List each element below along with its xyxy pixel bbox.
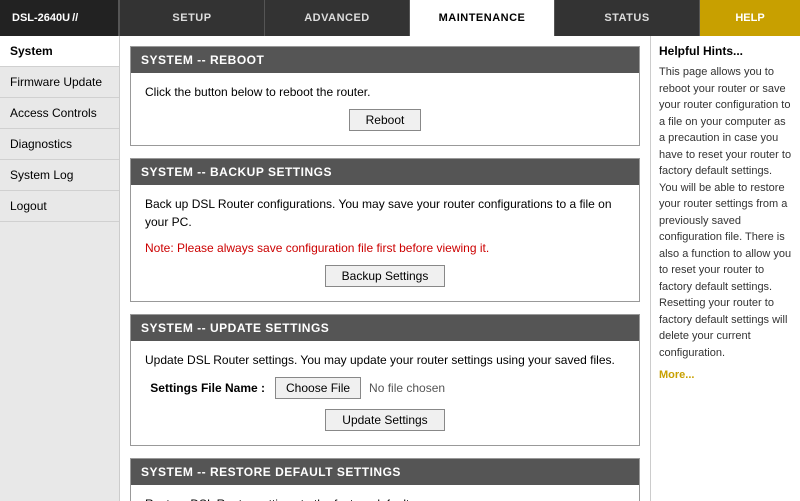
logo-slash: // [72,12,78,24]
file-label: Settings File Name : [145,381,265,395]
file-row: Settings File Name : Choose File No file… [145,377,625,399]
section-reboot: SYSTEM -- REBOOT Click the button below … [130,46,640,146]
section-update-header: SYSTEM -- UPDATE SETTINGS [131,315,639,341]
sidebar-item-logout[interactable]: Logout [0,191,119,222]
section-backup-body: Back up DSL Router configurations. You m… [131,185,639,301]
section-update-body: Update DSL Router settings. You may upda… [131,341,639,445]
section-reboot-body: Click the button below to reboot the rou… [131,73,639,145]
top-navigation-bar: DSL-2640U// SETUP ADVANCED MAINTENANCE S… [0,0,800,36]
tab-advanced[interactable]: ADVANCED [265,0,410,36]
backup-description: Back up DSL Router configurations. You m… [145,195,625,231]
section-restore-body: Restore DSL Router settings to the facto… [131,485,639,501]
no-file-chosen-label: No file chosen [369,381,445,395]
restore-description: Restore DSL Router settings to the facto… [145,495,625,501]
section-update: SYSTEM -- UPDATE SETTINGS Update DSL Rou… [130,314,640,446]
help-body: This page allows you to reboot your rout… [659,64,792,361]
section-backup-header: SYSTEM -- BACKUP SETTINGS [131,159,639,185]
sidebar: System Firmware Update Access Controls D… [0,36,120,501]
main-layout: System Firmware Update Access Controls D… [0,36,800,501]
main-content: SYSTEM -- REBOOT Click the button below … [120,36,650,501]
section-restore: SYSTEM -- RESTORE DEFAULT SETTINGS Resto… [130,458,640,501]
logo: DSL-2640U// [0,0,120,36]
reboot-description: Click the button below to reboot the rou… [145,83,625,101]
sidebar-item-firmware-update[interactable]: Firmware Update [0,67,119,98]
help-title: Helpful Hints... [659,44,792,58]
choose-file-button[interactable]: Choose File [275,377,361,399]
section-reboot-header: SYSTEM -- REBOOT [131,47,639,73]
tab-help[interactable]: HELP [700,0,800,36]
help-panel: Helpful Hints... This page allows you to… [650,36,800,501]
section-backup: SYSTEM -- BACKUP SETTINGS Back up DSL Ro… [130,158,640,302]
sidebar-item-access-controls[interactable]: Access Controls [0,98,119,129]
logo-model: DSL-2640U [12,12,70,24]
help-more-link[interactable]: More... [659,369,792,381]
sidebar-item-system-log[interactable]: System Log [0,160,119,191]
update-button-row: Update Settings [145,409,625,431]
sidebar-item-diagnostics[interactable]: Diagnostics [0,129,119,160]
section-restore-header: SYSTEM -- RESTORE DEFAULT SETTINGS [131,459,639,485]
reboot-button[interactable]: Reboot [349,109,422,131]
tab-setup[interactable]: SETUP [120,0,265,36]
update-settings-button[interactable]: Update Settings [325,409,444,431]
sidebar-item-system[interactable]: System [0,36,119,67]
reboot-button-row: Reboot [145,109,625,131]
backup-note: Note: Please always save configuration f… [145,239,625,257]
backup-settings-button[interactable]: Backup Settings [325,265,446,287]
tab-status[interactable]: STATUS [555,0,700,36]
backup-button-row: Backup Settings [145,265,625,287]
tab-maintenance[interactable]: MAINTENANCE [410,0,555,36]
update-description: Update DSL Router settings. You may upda… [145,351,625,369]
